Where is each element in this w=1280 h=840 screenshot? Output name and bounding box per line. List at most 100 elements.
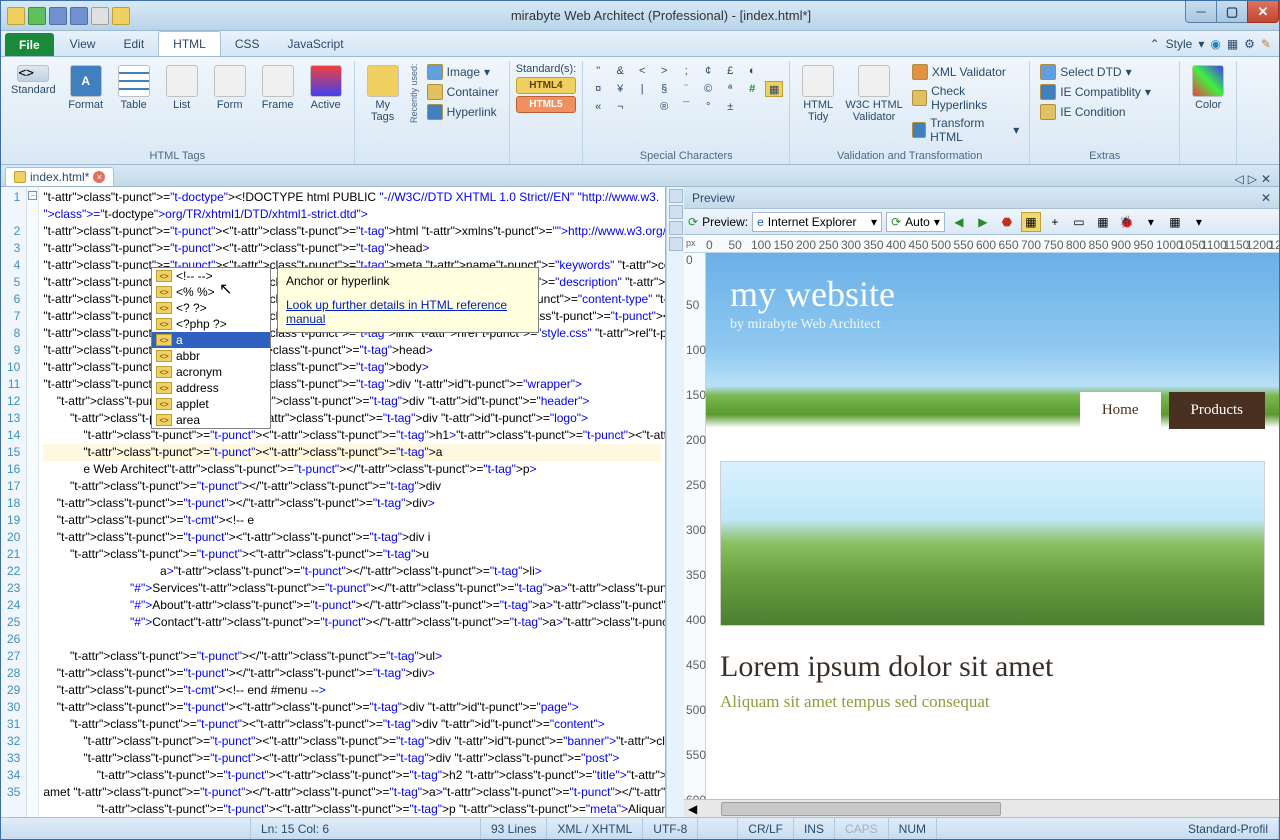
options-1-icon[interactable]: ▦: [1227, 37, 1238, 51]
recent-image[interactable]: Image▾: [423, 63, 503, 81]
menu-edit[interactable]: Edit: [109, 31, 158, 56]
tool-b[interactable]: ▦: [1093, 212, 1113, 232]
char-btn[interactable]: &: [611, 63, 629, 79]
char-btn[interactable]: ": [589, 63, 607, 79]
autocomplete-item[interactable]: <>address: [152, 380, 270, 396]
autocomplete-item[interactable]: <>a: [152, 332, 270, 348]
autocomplete-item[interactable]: <>applet: [152, 396, 270, 412]
char-btn[interactable]: ¨: [677, 81, 695, 97]
menu-html[interactable]: HTML: [158, 31, 221, 56]
auto-toggle[interactable]: ⟳Auto▾: [886, 212, 945, 232]
crosshair-icon[interactable]: +: [1045, 212, 1065, 232]
bug-icon[interactable]: 🐞: [1117, 212, 1137, 232]
options-2-icon[interactable]: ⚙: [1244, 37, 1255, 51]
color-button[interactable]: Color: [1186, 63, 1230, 113]
char-btn[interactable]: ¥: [611, 81, 629, 97]
file-tab[interactable]: index.html* ×: [5, 167, 114, 186]
char-btn[interactable]: «: [589, 99, 607, 115]
fold-marker[interactable]: −: [28, 191, 37, 200]
nav-products[interactable]: Products: [1169, 392, 1266, 429]
tab-nav-left[interactable]: ◁: [1234, 172, 1243, 186]
close-button[interactable]: ✕: [1247, 1, 1279, 23]
side-tool-3[interactable]: [669, 221, 683, 235]
char-btn[interactable]: °: [699, 99, 717, 115]
autocomplete-item[interactable]: <><% %>: [152, 284, 270, 300]
char-btn[interactable]: ©: [699, 81, 717, 97]
autocomplete-item[interactable]: <>abbr: [152, 348, 270, 364]
w3c-validator-button[interactable]: W3C HTML Validator: [844, 63, 904, 125]
ribbon-frame-button[interactable]: Frame: [256, 63, 300, 113]
recent-hyperlink[interactable]: Hyperlink: [423, 103, 503, 121]
ribbon-standard-button[interactable]: <>Standard: [7, 63, 60, 98]
transform-html[interactable]: Transform HTML▾: [908, 115, 1023, 145]
nav-home[interactable]: Home: [1080, 392, 1161, 429]
menu-file[interactable]: File: [5, 33, 54, 56]
ribbon-list-button[interactable]: List: [160, 63, 204, 113]
side-tool-1[interactable]: [669, 189, 683, 203]
char-btn[interactable]: §: [655, 81, 673, 97]
char-btn[interactable]: ª: [721, 81, 739, 97]
ie-compat[interactable]: IE Compatiblity▾: [1036, 83, 1155, 101]
minimize-ribbon-icon[interactable]: ⌃: [1150, 37, 1160, 51]
tool-e[interactable]: ▾: [1189, 212, 1209, 232]
browser-select[interactable]: e Internet Explorer ▾: [752, 212, 882, 232]
menu-view[interactable]: View: [56, 31, 110, 56]
ribbon-table-button[interactable]: Table: [112, 63, 156, 113]
qat-btn-5[interactable]: [91, 7, 109, 25]
recent-container[interactable]: Container: [423, 83, 503, 101]
tab-close-all[interactable]: ✕: [1261, 172, 1271, 186]
qat-btn-3[interactable]: [49, 7, 67, 25]
char-btn[interactable]: ¬: [611, 99, 629, 115]
minimize-button[interactable]: ─: [1185, 1, 1217, 23]
scroll-thumb[interactable]: [721, 802, 1001, 816]
autocomplete-item[interactable]: <><!-- -->: [152, 268, 270, 284]
ribbon-format-button[interactable]: AFormat: [64, 63, 108, 113]
stop-icon[interactable]: ⬣: [997, 212, 1017, 232]
html5-button[interactable]: HTML5: [516, 96, 577, 113]
ribbon-mytags-button[interactable]: My Tags: [361, 63, 405, 125]
menu-javascript[interactable]: JavaScript: [274, 31, 358, 56]
char-btn[interactable]: <: [633, 63, 651, 79]
tool-d[interactable]: ▦: [1165, 212, 1185, 232]
side-tool-2[interactable]: [669, 205, 683, 219]
maximize-button[interactable]: ▢: [1216, 1, 1248, 23]
char-btn[interactable]: ±: [721, 99, 739, 115]
select-dtd[interactable]: Select DTD▾: [1036, 63, 1155, 81]
ie-condition[interactable]: IE Condition: [1036, 103, 1155, 121]
qat-btn-2[interactable]: [28, 7, 46, 25]
char-btn[interactable]: ▦: [765, 81, 783, 97]
preview-close-icon[interactable]: ✕: [1261, 191, 1271, 205]
tool-c[interactable]: ▾: [1141, 212, 1161, 232]
side-tool-4[interactable]: [669, 237, 683, 251]
tab-nav-right[interactable]: ▷: [1248, 172, 1257, 186]
char-btn[interactable]: ­: [633, 99, 651, 115]
char-btn[interactable]: ¢: [699, 63, 717, 79]
char-btn[interactable]: >: [655, 63, 673, 79]
ribbon-active-button[interactable]: Active: [304, 63, 348, 113]
nav-back-icon[interactable]: ◀: [949, 212, 969, 232]
autocomplete-item[interactable]: <>area: [152, 412, 270, 428]
qat-btn-1[interactable]: [7, 7, 25, 25]
qat-btn-6[interactable]: [112, 7, 130, 25]
autocomplete-item[interactable]: <>acronym: [152, 364, 270, 380]
char-btn[interactable]: |: [633, 81, 651, 97]
qat-btn-4[interactable]: [70, 7, 88, 25]
html4-button[interactable]: HTML4: [516, 77, 577, 94]
char-btn[interactable]: ®: [655, 99, 673, 115]
char-btn[interactable]: ;: [677, 63, 695, 79]
check-hyperlinks[interactable]: Check Hyperlinks: [908, 83, 1023, 113]
autocomplete-item[interactable]: <><?php ?>: [152, 316, 270, 332]
refresh-icon[interactable]: ⟳: [688, 215, 698, 229]
htmltidy-button[interactable]: HTML Tidy: [796, 63, 840, 125]
menu-css[interactable]: CSS: [221, 31, 274, 56]
char-btn[interactable]: ¯: [677, 99, 695, 115]
preview-hscroll[interactable]: ◀: [684, 799, 1279, 817]
nav-fwd-icon[interactable]: ▶: [973, 212, 993, 232]
xml-validator[interactable]: XML Validator: [908, 63, 1023, 81]
tools-icon[interactable]: ✎: [1261, 37, 1271, 51]
chevron-down-icon[interactable]: ▾: [1198, 37, 1204, 51]
char-btn-hash[interactable]: #: [743, 81, 761, 97]
code-view[interactable]: 1234567891011121314151617181920212223242…: [1, 187, 665, 817]
char-btn[interactable]: ¤: [589, 81, 607, 97]
ribbon-form-button[interactable]: Form: [208, 63, 252, 113]
